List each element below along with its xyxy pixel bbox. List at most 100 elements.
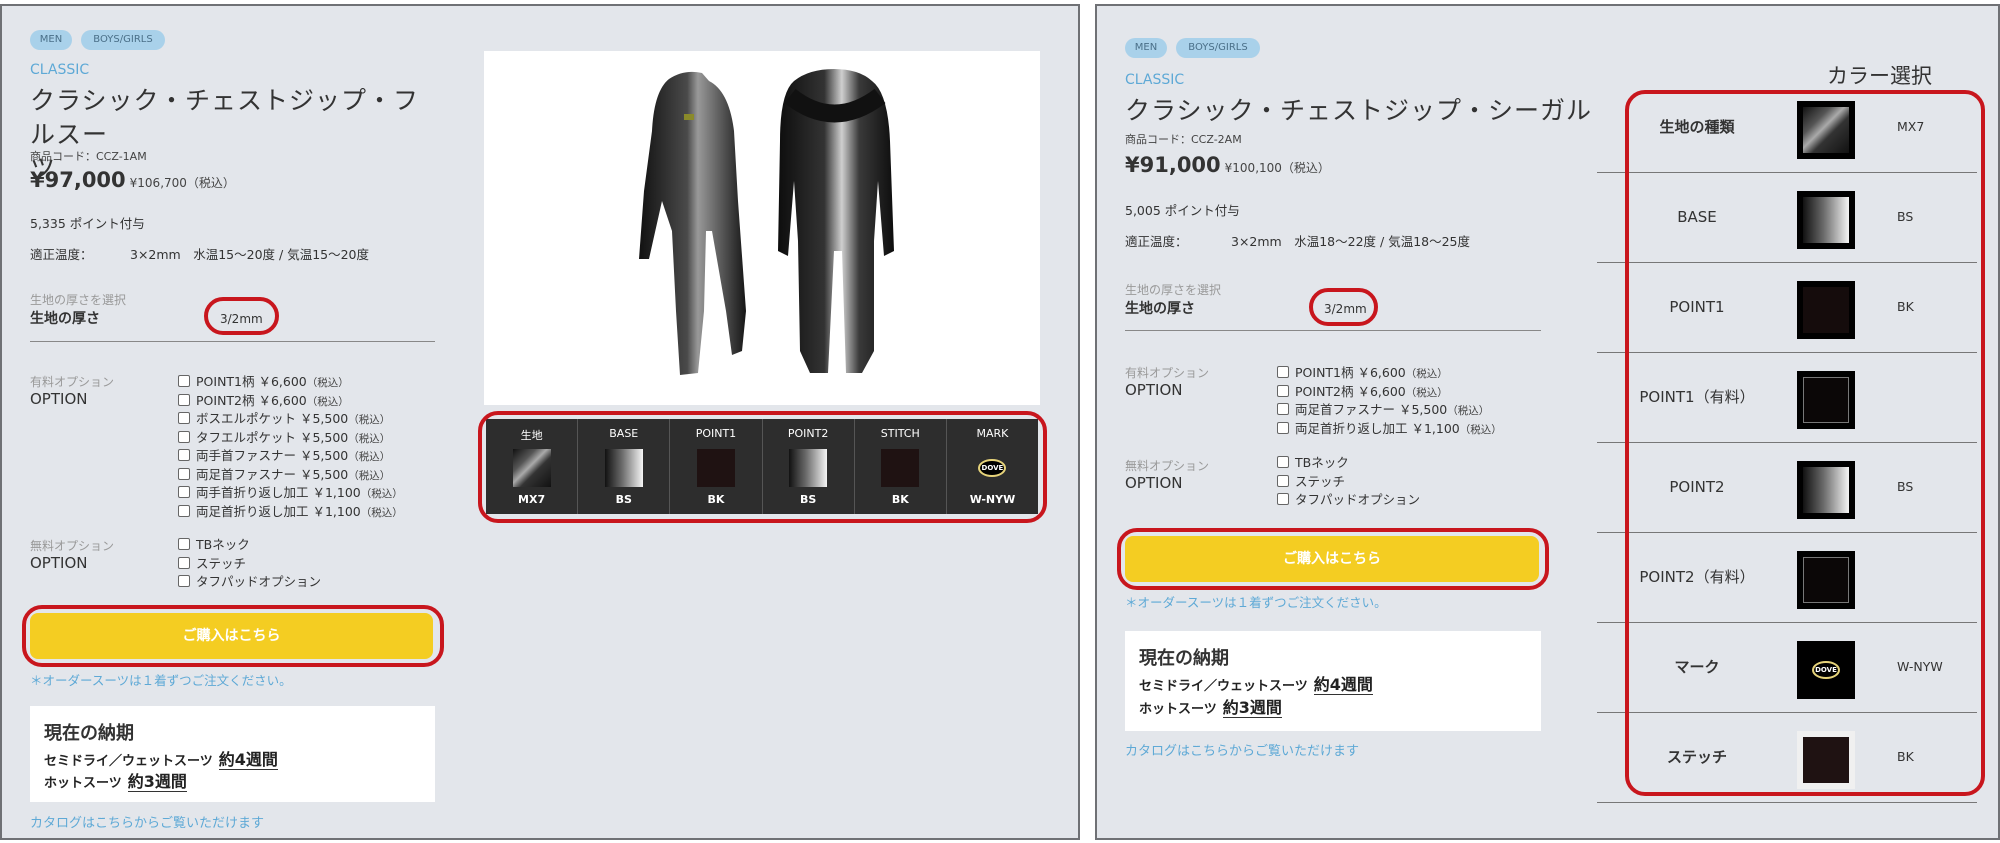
checkbox[interactable]	[1277, 366, 1289, 378]
option-checkbox-row[interactable]: 両足首折り返し加工 ￥1,100（税込）	[178, 501, 403, 520]
delivery-row-hotsuit: ホットスーツ 約3週間	[1139, 694, 1282, 718]
option-label: タフエルポケット ￥5,500	[196, 429, 349, 445]
option-checkbox-row[interactable]: 両足首ファスナー ￥5,500（税込）	[178, 464, 390, 483]
series-label[interactable]: CLASSIC	[30, 62, 89, 78]
series-label[interactable]: CLASSIC	[1125, 72, 1184, 88]
paid-option-sublabel: 有料オプション	[1125, 366, 1210, 380]
option-label: ステッチ	[1295, 473, 1346, 489]
product-panel-seagull: MEN BOYS/GIRLS CLASSIC クラシック・チェストジップ・シーガ…	[1095, 4, 2000, 840]
option-checkbox-row[interactable]: タフエルポケット ￥5,500（税込）	[178, 427, 390, 446]
option-label: POINT2柄 ￥6,600	[1295, 383, 1406, 399]
option-checkbox-row[interactable]: TBネック	[178, 534, 250, 553]
catalog-link[interactable]: カタログはこちらからご覧いただけます	[1125, 740, 1359, 759]
thickness-highlight	[204, 297, 279, 335]
product-code: 商品コード：CCZ-2AM	[1125, 133, 1242, 146]
delivery-row-value: 約3週間	[127, 772, 187, 792]
checkbox[interactable]	[178, 449, 190, 461]
thickness-highlight	[1309, 288, 1378, 326]
delivery-box: 現在の納期 セミドライ／ウェットスーツ 約4週間 ホットスーツ 約3週間	[1125, 631, 1541, 731]
option-tax-note: （税込）	[1447, 405, 1490, 417]
checkbox[interactable]	[178, 575, 190, 587]
price-value: ¥91,000	[1125, 153, 1221, 177]
checkbox[interactable]	[178, 412, 190, 424]
option-checkbox-row[interactable]: TBネック	[1277, 452, 1349, 471]
price-with-tax: ¥100,100（税込）	[1224, 161, 1330, 175]
wetsuit-back	[778, 69, 894, 373]
checkbox[interactable]	[1277, 403, 1289, 415]
checkbox[interactable]	[178, 538, 190, 550]
option-label: タフパッドオプション	[196, 574, 322, 589]
temp-label: 適正温度：	[30, 247, 93, 262]
temp-value: 3×2mm 水温15〜20度 / 気温15〜20度	[130, 247, 370, 262]
option-tax-note: （税込）	[1405, 368, 1448, 380]
catalog-link[interactable]: カタログはこちらからご覧いただけます	[30, 812, 264, 831]
option-label: POINT1柄 ￥6,600	[1295, 365, 1406, 380]
option-label: 両足首折り返し加工 ￥1,100	[1295, 420, 1460, 436]
option-checkbox-row[interactable]: POINT2柄 ￥6,600（税込）	[1277, 381, 1448, 400]
option-checkbox-row[interactable]: ステッチ	[178, 553, 246, 572]
checkbox[interactable]	[1277, 474, 1289, 487]
option-checkbox-row[interactable]: ボスエルポケット ￥5,500（税込）	[178, 408, 390, 427]
product-panel-full-suit: MEN BOYS/GIRLS CLASSIC クラシック・チェストジップ・フルス…	[0, 4, 1080, 840]
product-title-line1: クラシック・チェストジップ・フルスー	[30, 86, 420, 149]
option-checkbox-row[interactable]: 両手首ファスナー ￥5,500（税込）	[178, 445, 390, 464]
option-checkbox-row[interactable]: タフパッドオプション	[178, 571, 321, 590]
delivery-row-value: 約4週間	[1313, 675, 1373, 695]
divider	[1125, 330, 1541, 331]
checkbox[interactable]	[178, 556, 190, 569]
checkbox[interactable]	[1277, 493, 1289, 505]
checkbox[interactable]	[178, 393, 190, 406]
checkbox[interactable]	[178, 375, 190, 387]
tag-men[interactable]: MEN	[30, 30, 72, 50]
order-note: ＊オーダースーツは１着ずつご注文ください。	[30, 673, 292, 688]
buy-button-highlight	[1117, 528, 1549, 590]
option-tax-note: （税込）	[360, 488, 403, 500]
checkbox[interactable]	[1277, 384, 1289, 397]
option-checkbox-row[interactable]: 両手首折り返し加工 ￥1,100（税込）	[178, 482, 403, 501]
checkbox[interactable]	[1277, 421, 1289, 434]
option-label: 両手首ファスナー ￥5,500	[196, 448, 349, 463]
option-checkbox-row[interactable]: タフパッドオプション	[1277, 489, 1420, 508]
checkbox[interactable]	[178, 430, 190, 443]
option-label: タフパッドオプション	[1295, 492, 1421, 507]
checkbox[interactable]	[178, 467, 190, 480]
price: ¥91,000 ¥100,100（税込）	[1125, 153, 1330, 177]
buy-button-highlight	[22, 605, 444, 667]
price-with-tax: ¥106,700（税込）	[129, 176, 235, 190]
checkbox[interactable]	[1277, 456, 1289, 468]
option-label: ボスエルポケット ￥5,500	[196, 411, 349, 426]
option-label: 両足首折り返し加工 ￥1,100	[196, 503, 361, 519]
option-checkbox-row[interactable]: 両足首ファスナー ￥5,500（税込）	[1277, 399, 1489, 418]
option-checkbox-row[interactable]: ステッチ	[1277, 471, 1345, 490]
option-tax-note: （税込）	[1459, 423, 1502, 436]
checkbox[interactable]	[178, 486, 190, 498]
option-checkbox-row[interactable]: POINT1柄 ￥6,600（税込）	[1277, 362, 1448, 381]
tag-boys-girls[interactable]: BOYS/GIRLS	[1176, 38, 1260, 58]
tag-men[interactable]: MEN	[1125, 38, 1167, 58]
product-title: クラシック・チェストジップ・シーガル	[1125, 96, 1593, 125]
color-table-highlight	[1625, 90, 1985, 796]
option-checkbox-row[interactable]: 両足首折り返し加工 ￥1,100（税込）	[1277, 418, 1502, 437]
option-label: TBネック	[1295, 455, 1349, 470]
price-value: ¥97,000	[30, 168, 126, 192]
option-checkbox-row[interactable]: POINT2柄 ￥6,600（税込）	[178, 390, 349, 409]
option-label: 両足首ファスナー ￥5,500	[1295, 402, 1448, 417]
option-label: ステッチ	[196, 555, 247, 571]
option-tax-note: （税込）	[306, 395, 349, 408]
tag-boys-girls[interactable]: BOYS/GIRLS	[81, 30, 165, 50]
delivery-row-label: ホットスーツ	[1139, 702, 1217, 717]
delivery-row-label: セミドライ／ウェットスーツ	[44, 754, 213, 769]
divider	[30, 341, 435, 342]
free-option-sublabel: 無料オプション	[1125, 459, 1210, 473]
paid-option-label: OPTION	[1125, 381, 1183, 399]
points-award: 5,335 ポイント付与	[30, 216, 145, 231]
option-label: POINT2柄 ￥6,600	[196, 392, 307, 408]
product-code: 商品コード：CCZ-1AM	[30, 150, 147, 163]
option-tax-note: （税込）	[1405, 386, 1448, 399]
free-option-sublabel: 無料オプション	[30, 539, 115, 553]
checkbox[interactable]	[178, 504, 190, 517]
product-image	[484, 51, 1040, 405]
option-checkbox-row[interactable]: POINT1柄 ￥6,600（税込）	[178, 371, 349, 390]
temp-value: 3×2mm 水温18〜22度 / 気温18〜25度	[1231, 234, 1471, 249]
delivery-row-wetsuit: セミドライ／ウェットスーツ 約4週間	[1139, 671, 1373, 695]
